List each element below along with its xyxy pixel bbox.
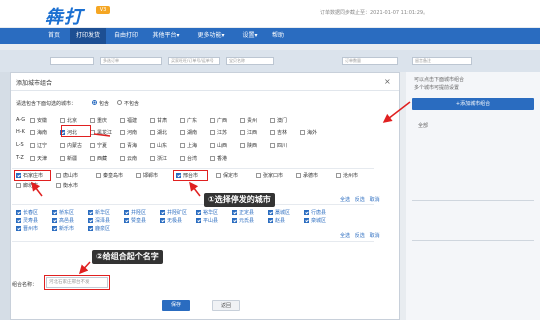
- arrow-xingtai: [189, 181, 201, 197]
- arrow-to-dialog: [382, 101, 411, 123]
- arrow-name-input: [78, 261, 91, 275]
- annotation-arrows: [31, 101, 411, 275]
- arrow-shijiazhuang: [31, 181, 43, 197]
- arrow-hebei: [93, 133, 111, 137]
